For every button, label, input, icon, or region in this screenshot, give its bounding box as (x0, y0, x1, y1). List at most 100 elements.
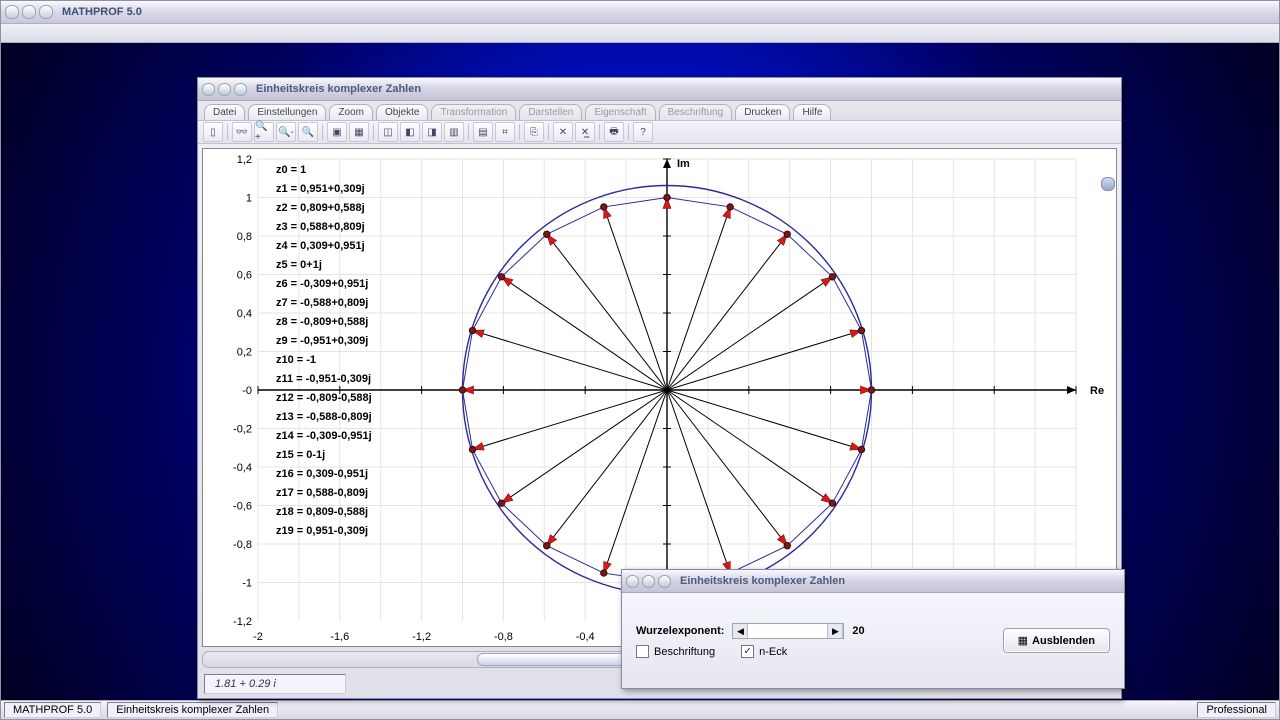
main-title: MATHPROF 5.0 (62, 6, 142, 18)
panel-titlebar[interactable]: Einheitskreis komplexer Zahlen (622, 570, 1124, 593)
toolbar-btn-7[interactable]: ◫ (378, 122, 398, 142)
coord-display: 1.81 + 0.29 i (204, 674, 346, 694)
svg-text:z16 = 0,309-0,951j: z16 = 0,309-0,951j (276, 468, 368, 480)
hide-icon: ▦ (1018, 635, 1028, 647)
toolbar-btn-2[interactable]: 🔍+ (254, 122, 274, 142)
exponent-value: 20 (852, 625, 864, 637)
plot-toolbar: ▯ 👓🔍+🔍-🔍 ▣▦ ◫◧◨▥ ▤⌗ ⎘ ✕✕̲ 🖶? (198, 121, 1121, 144)
svg-text:z14 = -0,309-0,951j: z14 = -0,309-0,951j (276, 430, 372, 442)
tab-darstellen: Darstellen (519, 104, 582, 120)
toolbar-btn-5[interactable]: ▣ (327, 122, 347, 142)
svg-text:0,2: 0,2 (237, 347, 252, 359)
toolbar-btn-8[interactable]: ◧ (400, 122, 420, 142)
svg-text:-0: -0 (242, 385, 252, 397)
tab-eigenschaft: Eigenschaft (585, 104, 655, 120)
tab-einstellungen[interactable]: Einstellungen (248, 104, 326, 120)
main-menubar (1, 24, 1279, 43)
main-titlebar[interactable]: MATHPROF 5.0 (1, 1, 1279, 24)
svg-text:Im: Im (677, 158, 690, 170)
tab-beschriftung: Beschriftung (659, 104, 733, 120)
status-right: Professional (1197, 702, 1276, 718)
svg-text:-0,2: -0,2 (233, 424, 252, 436)
checkbox-neck[interactable]: ✓n-Eck (741, 645, 787, 658)
svg-text:z17 = 0,588-0,809j: z17 = 0,588-0,809j (276, 487, 368, 499)
svg-text:z0 = 1: z0 = 1 (276, 164, 306, 176)
window-button-2[interactable] (22, 5, 36, 19)
svg-text:z18 = 0,809-0,588j: z18 = 0,809-0,588j (276, 506, 368, 518)
svg-text:-0,8: -0,8 (494, 631, 513, 643)
svg-text:z6 = -0,309+0,951j: z6 = -0,309+0,951j (276, 278, 368, 290)
svg-text:0,8: 0,8 (237, 231, 252, 243)
ausblenden-button[interactable]: ▦Ausblenden (1003, 628, 1110, 653)
statusbar: MATHPROF 5.0 Einheitskreis komplexer Zah… (1, 700, 1279, 719)
toolbar-btn-12[interactable]: ⌗ (495, 122, 515, 142)
toolbar-btn-17[interactable]: ? (633, 122, 653, 142)
svg-text:-1,2: -1,2 (233, 616, 252, 628)
desktop-area: Einheitskreis komplexer Zahlen DateiEins… (1, 43, 1279, 700)
spinner-right-icon[interactable]: ▶ (827, 624, 843, 638)
control-panel: Einheitskreis komplexer Zahlen Wurzelexp… (621, 569, 1125, 689)
svg-text:-1: -1 (242, 578, 252, 590)
svg-text:z4 = 0,309+0,951j: z4 = 0,309+0,951j (276, 240, 365, 252)
panel-window-button-1[interactable] (626, 575, 639, 588)
toolbar-btn-4[interactable]: 🔍 (298, 122, 318, 142)
plot-tabbar: DateiEinstellungenZoomObjekteTransformat… (198, 101, 1121, 121)
toolbar-btn-3[interactable]: 🔍- (276, 122, 296, 142)
status-left: MATHPROF 5.0 (4, 702, 101, 718)
svg-text:-0,4: -0,4 (233, 462, 252, 474)
plot-window-button-3[interactable] (234, 83, 247, 96)
exponent-spinner[interactable]: ◀▶ (732, 623, 844, 639)
toolbar-btn-6[interactable]: ▦ (349, 122, 369, 142)
window-button-3[interactable] (39, 5, 53, 19)
panel-title: Einheitskreis komplexer Zahlen (680, 575, 845, 587)
svg-text:z11 = -0,951-0,309j: z11 = -0,951-0,309j (276, 373, 371, 385)
plot-window-button-1[interactable] (202, 83, 215, 96)
checkbox-beschriftung[interactable]: Beschriftung (636, 645, 715, 658)
svg-text:-1,6: -1,6 (330, 631, 349, 643)
svg-text:-1,2: -1,2 (412, 631, 431, 643)
svg-text:z19 = 0,951-0,309j: z19 = 0,951-0,309j (276, 525, 368, 537)
svg-text:Re: Re (1090, 385, 1104, 397)
svg-text:z1 = 0,951+0,309j: z1 = 0,951+0,309j (276, 183, 365, 195)
toolbar-btn-1[interactable]: 👓 (232, 122, 252, 142)
main-window: MATHPROF 5.0 Einheitskreis komplexer Zah… (0, 0, 1280, 720)
plot-window-title: Einheitskreis komplexer Zahlen (256, 83, 421, 95)
tab-hilfe[interactable]: Hilfe (793, 104, 831, 120)
svg-text:z3 = 0,588+0,809j: z3 = 0,588+0,809j (276, 221, 365, 233)
svg-text:z9 = -0,951+0,309j: z9 = -0,951+0,309j (276, 335, 368, 347)
toolbar-btn-9[interactable]: ◨ (422, 122, 442, 142)
svg-text:z10 = -1: z10 = -1 (276, 354, 316, 366)
svg-text:1,2: 1,2 (237, 154, 252, 166)
svg-text:z8 = -0,809+0,588j: z8 = -0,809+0,588j (276, 316, 368, 328)
svg-text:0,4: 0,4 (237, 308, 252, 320)
toolbar-btn-15[interactable]: ✕̲ (575, 122, 595, 142)
spinner-left-icon[interactable]: ◀ (733, 624, 748, 638)
panel-window-button-2[interactable] (642, 575, 655, 588)
svg-text:z15 = 0-1j: z15 = 0-1j (276, 449, 325, 461)
toolbar-btn-13[interactable]: ⎘ (524, 122, 544, 142)
svg-text:z2 = 0,809+0,588j: z2 = 0,809+0,588j (276, 202, 365, 214)
toolbar-btn-14[interactable]: ✕ (553, 122, 573, 142)
toolbar-btn-0[interactable]: ▯ (203, 122, 223, 142)
tab-transformation: Transformation (431, 104, 516, 120)
svg-text:0,6: 0,6 (237, 270, 252, 282)
toolbar-btn-10[interactable]: ▥ (444, 122, 464, 142)
svg-text:z13 = -0,588-0,809j: z13 = -0,588-0,809j (276, 411, 372, 423)
tab-objekte[interactable]: Objekte (376, 104, 428, 120)
tab-drucken[interactable]: Drucken (735, 104, 790, 120)
plot-titlebar[interactable]: Einheitskreis komplexer Zahlen (198, 78, 1121, 101)
panel-window-button-3[interactable] (658, 575, 671, 588)
svg-text:z5 = 0+1j: z5 = 0+1j (276, 259, 322, 271)
tab-datei[interactable]: Datei (204, 104, 245, 120)
svg-text:z12 = -0,809-0,588j: z12 = -0,809-0,588j (276, 392, 372, 404)
svg-text:-0,8: -0,8 (233, 539, 252, 551)
tab-zoom[interactable]: Zoom (329, 104, 373, 120)
toolbar-btn-11[interactable]: ▤ (473, 122, 493, 142)
plot-window-button-2[interactable] (218, 83, 231, 96)
svg-text:-0,4: -0,4 (576, 631, 595, 643)
exponent-label: Wurzelexponent: (636, 625, 724, 637)
toolbar-btn-16[interactable]: 🖶 (604, 122, 624, 142)
svg-text:z7 = -0,588+0,809j: z7 = -0,588+0,809j (276, 297, 368, 309)
window-button-1[interactable] (5, 5, 19, 19)
panel-body: Wurzelexponent: ◀▶ 20 Beschriftung ✓n (622, 593, 1124, 688)
